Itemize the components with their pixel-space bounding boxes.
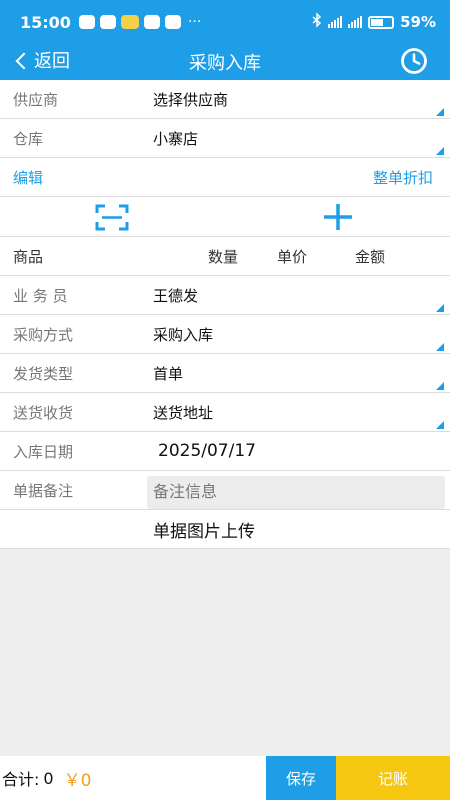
inbound-date-row[interactable]: 入库日期 2025/07/17 [0,432,450,471]
shipping-type-row[interactable]: 发货类型 首单 [0,354,450,393]
nav-bar: 采购入库 返回 [0,44,450,80]
delivery-label: 送货收货 [13,403,74,422]
app-notification-icon [143,15,160,29]
add-product-button[interactable] [321,202,355,232]
post-to-account-button[interactable]: 记账 [336,756,450,800]
history-button[interactable] [400,47,428,75]
supplier-label: 供应商 [13,90,59,109]
clock-icon [401,48,427,74]
shipping-type-label: 发货类型 [13,364,74,383]
inbound-date-label: 入库日期 [13,442,74,461]
wechat-icon [99,15,116,29]
whole-order-discount-button[interactable]: 整单折扣 [373,167,433,188]
shipping-type-select[interactable]: 首单 [153,363,183,384]
scan-icon [95,204,129,231]
column-quantity: 数量 [208,247,239,266]
warehouse-label: 仓库 [13,129,44,148]
bottom-bar: 合计: 0 ￥0 保存 记账 [0,756,450,800]
signal-5g-icon [328,16,343,28]
dropdown-indicator-icon [436,108,444,116]
dropdown-indicator-icon [436,382,444,390]
purchase-form: 供应商 选择供应商 仓库 小寨店 编辑 整单折扣 商品 数量 单价 金额 业 务… [0,80,450,549]
purchase-method-select[interactable]: 采购入库 [153,324,213,345]
warehouse-select[interactable]: 小寨店 [153,128,198,149]
upload-row: 单据图片上传 [0,510,450,549]
top-bar: 15:00 ··· 59% 采购入库 返回 [0,0,450,80]
upload-images-button[interactable]: 单据图片上传 [153,517,255,542]
signal-3g-icon [348,16,363,28]
status-bar: 15:00 ··· 59% [0,0,450,44]
product-table-header: 商品 数量 单价 金额 [0,237,450,276]
remarks-label: 单据备注 [13,481,74,500]
column-unit-price: 单价 [277,247,308,266]
supplier-select[interactable]: 选择供应商 [153,89,228,110]
inbound-date-picker[interactable]: 2025/07/17 [158,441,256,461]
status-time: 15:00 [20,12,71,32]
column-amount: 金额 [355,247,386,266]
dropdown-indicator-icon [436,147,444,155]
notification-icon [164,15,181,29]
salesperson-label: 业 务 员 [13,286,68,305]
column-product: 商品 [13,247,44,266]
edit-button[interactable]: 编辑 [13,167,43,188]
chevron-left-icon [15,52,33,69]
back-button[interactable]: 返回 [15,47,70,73]
warehouse-row[interactable]: 仓库 小寨店 [0,119,450,158]
purchase-method-row[interactable]: 采购方式 采购入库 [0,315,450,354]
delivery-row[interactable]: 送货收货 送货地址 [0,393,450,432]
total-quantity: 0 [43,768,54,788]
scan-button[interactable] [95,204,129,231]
total-summary: 合计: 0 ￥0 [2,766,91,791]
total-amount: ￥0 [63,770,92,791]
remarks-row: 单据备注 备注信息 [0,471,450,510]
salesperson-row[interactable]: 业 务 员 王德发 [0,276,450,315]
purchase-method-label: 采购方式 [13,325,74,344]
remarks-input[interactable]: 备注信息 [147,476,445,509]
salesperson-select[interactable]: 王德发 [153,285,198,306]
bluetooth-icon [312,12,322,31]
dropdown-indicator-icon [436,421,444,429]
dropdown-indicator-icon [436,343,444,351]
back-label: 返回 [34,51,70,72]
notification-icon [78,15,95,29]
battery-icon [368,15,395,29]
actions-row: 编辑 整单折扣 [0,158,450,197]
meituan-icon [120,15,139,29]
product-actions-row [0,197,450,237]
total-label: 合计: [2,770,40,789]
more-notifications: ··· [187,14,202,30]
save-button[interactable]: 保存 [266,756,336,800]
delivery-address-select[interactable]: 送货地址 [153,402,213,423]
battery-percentage: 59% [400,13,436,31]
plus-icon [324,204,352,230]
supplier-row[interactable]: 供应商 选择供应商 [0,80,450,119]
dropdown-indicator-icon [436,304,444,312]
